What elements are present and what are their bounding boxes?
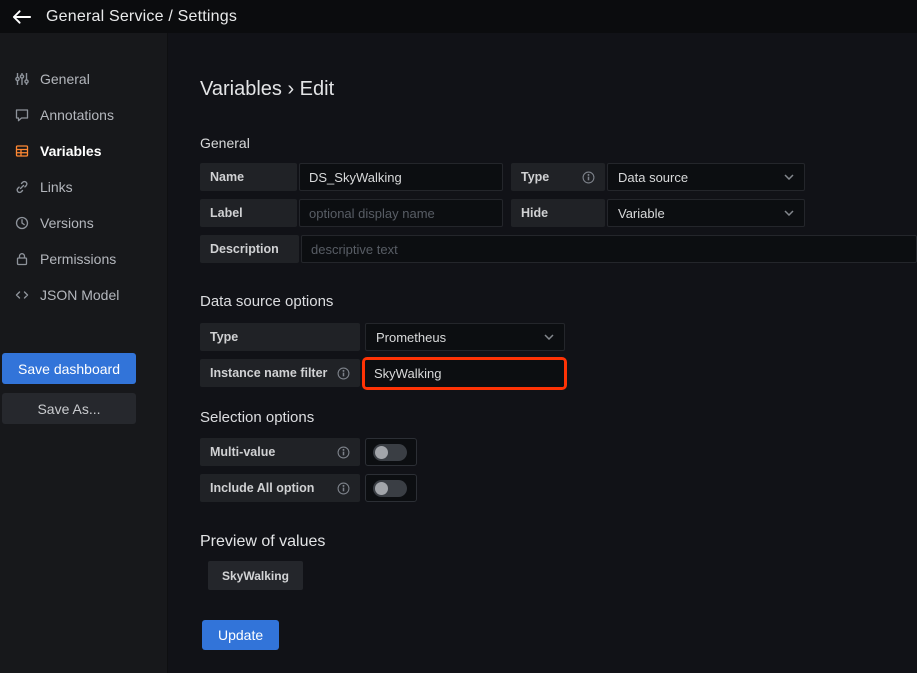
- sidebar-item-annotations[interactable]: Annotations: [0, 97, 167, 133]
- type-select-value: Data source: [618, 170, 688, 185]
- hide-label-text: Hide: [521, 206, 548, 220]
- include-all-label-text: Include All option: [210, 481, 314, 495]
- type-label-text: Type: [521, 170, 549, 184]
- sidebar-item-versions[interactable]: Versions: [0, 205, 167, 241]
- ds-type-label: Type: [200, 323, 360, 351]
- page-title: Variables › Edit: [200, 78, 917, 101]
- name-type-row: Name Type Data source: [200, 163, 917, 191]
- update-button[interactable]: Update: [202, 620, 279, 650]
- type-label: Type: [511, 163, 605, 191]
- sidebar-item-label: JSON Model: [40, 287, 119, 303]
- settings-sidebar: General Annotations Variables Links Vers: [0, 33, 168, 673]
- data-source-options-heading: Data source options: [200, 293, 917, 310]
- ds-type-label-text: Type: [210, 330, 238, 344]
- chevron-down-icon: [544, 334, 554, 340]
- sidebar-item-label: Annotations: [40, 107, 114, 123]
- info-circle-icon: [337, 446, 350, 459]
- type-select[interactable]: Data source: [607, 163, 805, 191]
- link-icon: [14, 179, 30, 195]
- history-icon: [14, 215, 30, 231]
- toggle-track: [373, 480, 407, 497]
- table-icon: [14, 143, 30, 159]
- name-input[interactable]: [299, 163, 503, 191]
- lock-icon: [14, 251, 30, 267]
- info-circle-icon: [582, 171, 595, 184]
- preview-value-chip: SkyWalking: [208, 561, 303, 590]
- comment-icon: [14, 107, 30, 123]
- general-section-heading: General: [200, 135, 917, 151]
- ds-type-row: Type Prometheus: [200, 323, 917, 351]
- instance-name-filter-input[interactable]: [365, 360, 564, 387]
- instance-name-filter-label: Instance name filter: [200, 359, 360, 387]
- settings-content: Variables › Edit General Name Type Data …: [168, 33, 917, 673]
- label-input[interactable]: [299, 199, 503, 227]
- arrow-left-icon: [12, 9, 32, 25]
- instance-filter-row: Instance name filter: [200, 359, 917, 387]
- multi-value-toggle[interactable]: [365, 438, 417, 466]
- code-brackets-icon: [14, 287, 30, 303]
- save-dashboard-button[interactable]: Save dashboard: [2, 353, 136, 384]
- header-bar: General Service / Settings: [0, 0, 917, 33]
- preview-of-values-heading: Preview of values: [200, 533, 917, 551]
- sidebar-item-label: Links: [40, 179, 73, 195]
- include-all-row: Include All option: [200, 474, 917, 502]
- name-label: Name: [200, 163, 297, 191]
- page-breadcrumb: General Service / Settings: [46, 8, 237, 26]
- description-label-text: Description: [210, 242, 279, 256]
- settings-nav: General Annotations Variables Links Vers: [0, 33, 167, 313]
- info-circle-icon: [337, 482, 350, 495]
- save-as-button[interactable]: Save As...: [2, 393, 136, 424]
- info-circle-icon: [337, 367, 350, 380]
- multi-value-label-text: Multi-value: [210, 445, 275, 459]
- label-label-text: Label: [210, 206, 243, 220]
- instance-name-filter-label-text: Instance name filter: [210, 366, 327, 380]
- sliders-icon: [14, 71, 30, 87]
- label-label: Label: [200, 199, 297, 227]
- sidebar-item-general[interactable]: General: [0, 61, 167, 97]
- label-hide-row: Label Hide Variable: [200, 199, 917, 227]
- selection-options-heading: Selection options: [200, 409, 917, 426]
- description-input[interactable]: [301, 235, 917, 263]
- description-label: Description: [200, 235, 299, 263]
- preview-values: SkyWalking: [200, 561, 917, 590]
- include-all-toggle[interactable]: [365, 474, 417, 502]
- sidebar-actions: Save dashboard Save As...: [0, 353, 167, 424]
- multi-value-row: Multi-value: [200, 438, 917, 466]
- sidebar-item-label: Versions: [40, 215, 94, 231]
- chevron-down-icon: [784, 174, 794, 180]
- hide-label: Hide: [511, 199, 605, 227]
- hide-select-value: Variable: [618, 206, 665, 221]
- name-label-text: Name: [210, 170, 244, 184]
- highlight-annotation: [362, 357, 567, 390]
- sidebar-item-label: General: [40, 71, 90, 87]
- include-all-label: Include All option: [200, 474, 360, 502]
- multi-value-label: Multi-value: [200, 438, 360, 466]
- hide-select[interactable]: Variable: [607, 199, 805, 227]
- ds-type-select[interactable]: Prometheus: [365, 323, 565, 351]
- sidebar-item-label: Permissions: [40, 251, 116, 267]
- toggle-knob: [375, 446, 388, 459]
- toggle-knob: [375, 482, 388, 495]
- sidebar-item-json-model[interactable]: JSON Model: [0, 277, 167, 313]
- sidebar-item-links[interactable]: Links: [0, 169, 167, 205]
- description-row: Description: [200, 235, 917, 263]
- ds-type-select-value: Prometheus: [376, 330, 446, 345]
- chevron-down-icon: [784, 210, 794, 216]
- sidebar-item-variables[interactable]: Variables: [0, 133, 167, 169]
- back-button[interactable]: [12, 9, 32, 25]
- sidebar-item-permissions[interactable]: Permissions: [0, 241, 167, 277]
- sidebar-item-label: Variables: [40, 143, 102, 159]
- toggle-track: [373, 444, 407, 461]
